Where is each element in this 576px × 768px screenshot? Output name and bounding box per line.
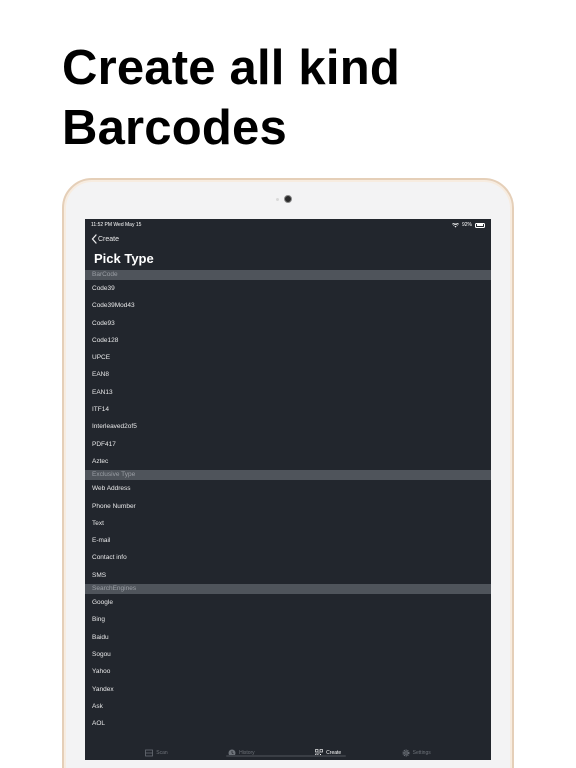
status-right: 92% [451, 222, 485, 228]
chevron-left-icon [91, 234, 97, 244]
section-header: BarCode [85, 270, 491, 280]
list-item[interactable]: ITF14 [85, 401, 491, 418]
list-item[interactable]: UPCE [85, 349, 491, 366]
list-item[interactable]: Phone Number [85, 498, 491, 515]
list-item[interactable]: Code39 [85, 280, 491, 297]
home-indicator [226, 755, 346, 757]
gear-icon [402, 749, 410, 757]
type-list: BarCode Code39 Code39Mod43 Code93 Code128 UPC… [85, 270, 491, 732]
scan-icon [145, 749, 154, 757]
back-button[interactable]: Create [91, 234, 119, 244]
list-item[interactable]: Text [85, 515, 491, 532]
list-item[interactable]: Code128 [85, 332, 491, 349]
list-item[interactable]: Aztec [85, 453, 491, 470]
headline-line-1: Create all kind [62, 41, 400, 95]
marketing-headline: Create all kind Barcodes [62, 38, 400, 158]
section-header: Exclusive Type [85, 470, 491, 481]
list-item[interactable]: Code39Mod43 [85, 297, 491, 314]
tab-scan[interactable]: Scan [145, 749, 168, 757]
battery-icon [475, 222, 485, 228]
page-title: Pick Type [94, 251, 154, 266]
status-bar: 11:52 PM Wed May 15 92% [85, 219, 491, 231]
list-item[interactable]: Sogou [85, 646, 491, 663]
headline-line-2: Barcodes [62, 101, 287, 155]
list-item[interactable]: EAN13 [85, 384, 491, 401]
tab-settings[interactable]: Settings [402, 749, 431, 757]
list-item[interactable]: E-mail [85, 532, 491, 549]
list-item[interactable]: Contact info [85, 549, 491, 566]
tab-label: Scan [156, 750, 168, 756]
camera-icon [284, 195, 292, 203]
list-item[interactable]: Bing [85, 611, 491, 628]
back-button-label: Create [98, 235, 120, 243]
list-item[interactable]: Interleaved2of5 [85, 418, 491, 435]
list-item[interactable]: Ask [85, 698, 491, 715]
list-item[interactable]: Baidu [85, 629, 491, 646]
battery-percent: 92% [461, 222, 472, 228]
status-time: 11:52 PM Wed May 15 [91, 222, 142, 228]
app-screen: 11:52 PM Wed May 15 92% Create Pick Type… [85, 219, 491, 760]
list-item[interactable]: Google [85, 594, 491, 611]
list-item[interactable]: EAN8 [85, 366, 491, 383]
list-item[interactable]: PDF417 [85, 436, 491, 453]
section-header: SearchEngines [85, 584, 491, 595]
sensor-dot [276, 198, 279, 201]
wifi-icon [451, 222, 459, 227]
list-item[interactable]: Web Address [85, 480, 491, 497]
list-item[interactable]: Code93 [85, 315, 491, 332]
list-item[interactable]: Yahoo [85, 663, 491, 680]
list-item[interactable]: SMS [85, 567, 491, 584]
list-item[interactable]: Yandex [85, 681, 491, 698]
tab-label: Settings [412, 750, 431, 756]
